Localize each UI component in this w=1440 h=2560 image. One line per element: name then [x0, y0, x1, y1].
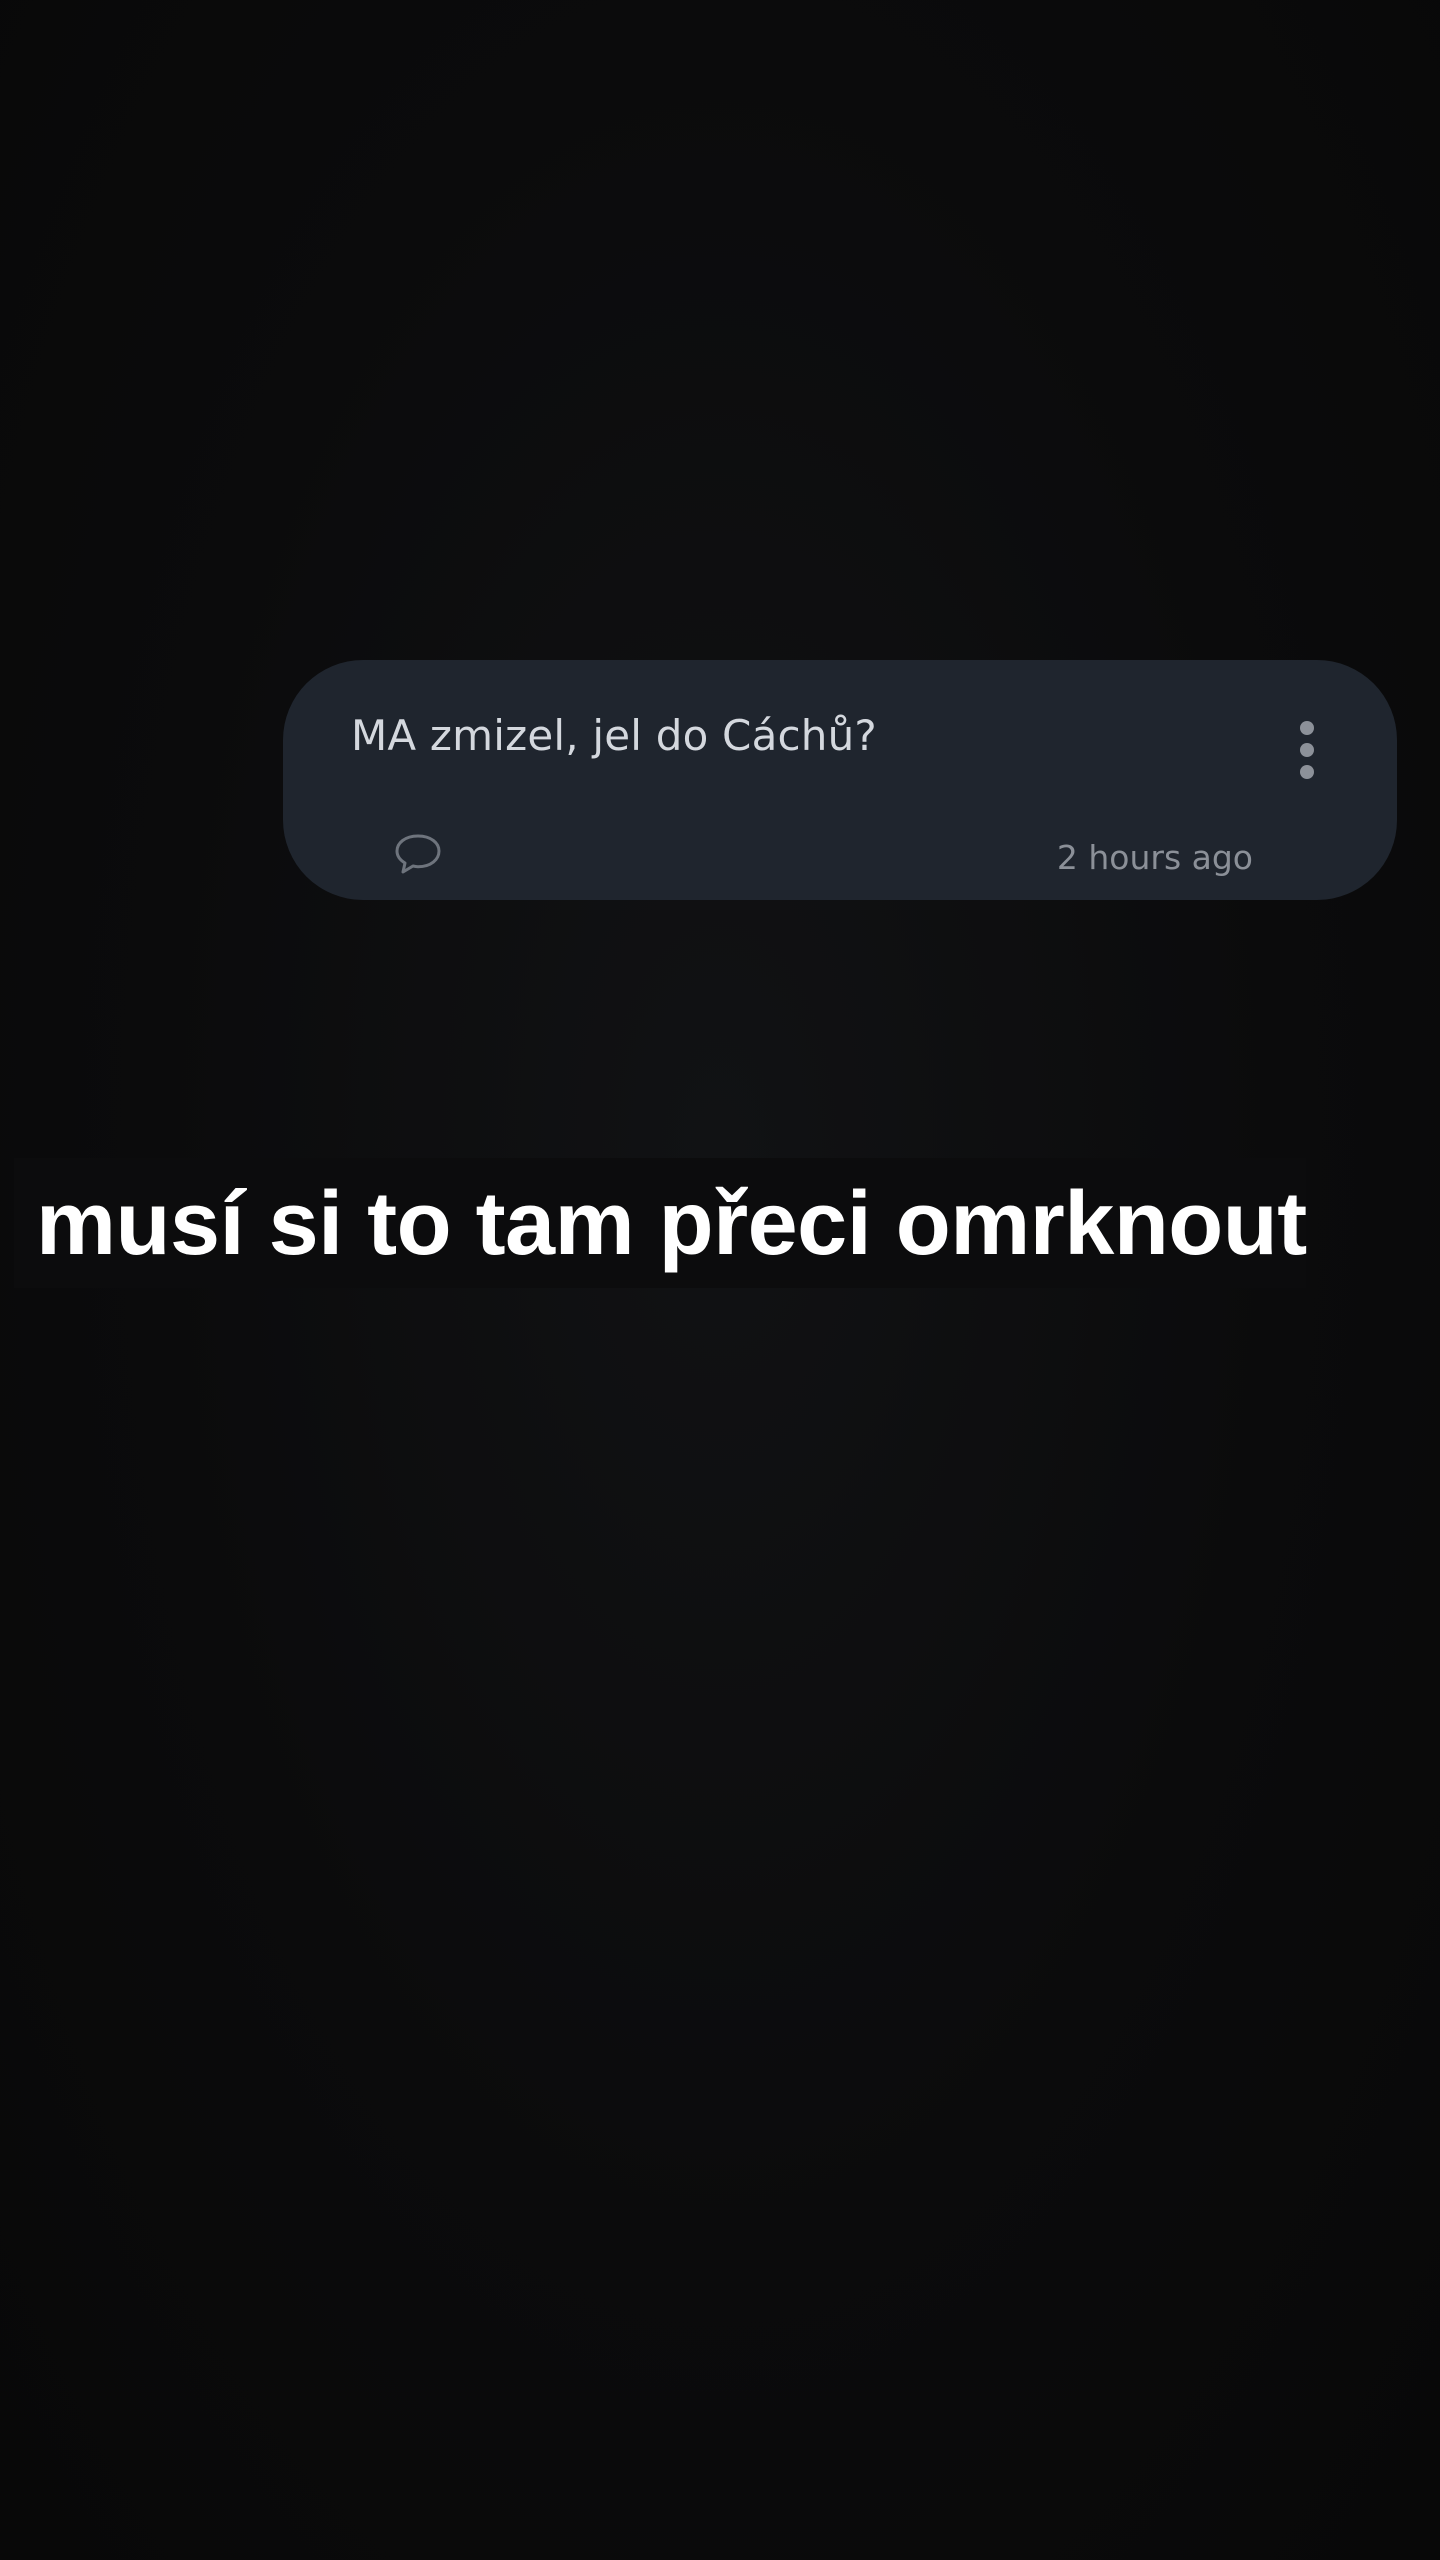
caption-overlay: musí si to tam přeci omrknout: [14, 1158, 1307, 1288]
message-timestamp: 2 hours ago: [1056, 838, 1253, 877]
comment-bubble-icon: [395, 834, 441, 874]
screen-background: MA zmizel, jel do Cáchů? 2 hours ago mus…: [0, 0, 1440, 2560]
message-text: MA zmizel, jel do Cáchů?: [351, 711, 877, 760]
message-card[interactable]: MA zmizel, jel do Cáchů? 2 hours ago: [283, 660, 1397, 900]
more-options-button[interactable]: [1285, 718, 1329, 790]
caption-text: musí si to tam přeci omrknout: [36, 1174, 1307, 1274]
more-vertical-icon: [1300, 721, 1314, 779]
comment-button[interactable]: [393, 832, 443, 878]
